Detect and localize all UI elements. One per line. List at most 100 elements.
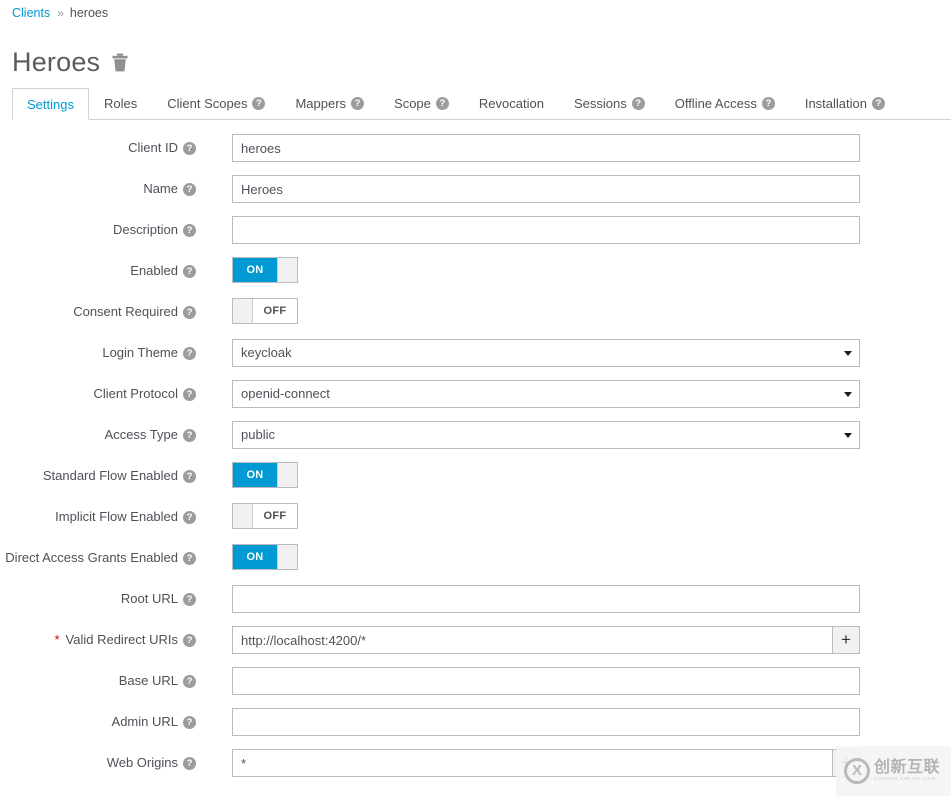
description-input[interactable] xyxy=(232,216,860,244)
selected-value: keycloak xyxy=(241,345,292,360)
tab-client-scopes[interactable]: Client Scopes ? xyxy=(152,88,280,119)
toggle-handle[interactable] xyxy=(277,463,297,487)
selected-value: openid-connect xyxy=(241,386,330,401)
form-row-login-theme: Login Theme? keycloak xyxy=(0,339,951,380)
enabled-toggle[interactable]: ON xyxy=(232,257,298,283)
web-origins-input[interactable] xyxy=(232,749,832,777)
form-control-admin-url xyxy=(232,708,860,736)
tab-offline-access[interactable]: Offline Access ? xyxy=(660,88,790,119)
help-icon[interactable]: ? xyxy=(183,306,196,319)
input-group xyxy=(232,708,860,736)
tab-settings[interactable]: Settings xyxy=(12,88,89,120)
client-id-input[interactable] xyxy=(232,134,860,162)
client-protocol-select[interactable]: openid-connect xyxy=(232,380,860,408)
direct-access-grants-enabled-toggle[interactable]: ON xyxy=(232,544,298,570)
tab-sessions[interactable]: Sessions ? xyxy=(559,88,660,119)
help-icon[interactable]: ? xyxy=(183,347,196,360)
form-row-base-url: Base URL? xyxy=(0,667,951,708)
help-icon[interactable]: ? xyxy=(183,388,196,401)
consent-required-toggle[interactable]: OFF xyxy=(232,298,298,324)
help-icon[interactable]: ? xyxy=(183,429,196,442)
trash-icon[interactable] xyxy=(112,53,128,72)
form-row-web-origins: Web Origins? + xyxy=(0,749,951,790)
form-label-text: Web Origins xyxy=(107,749,178,777)
form-control-consent-required: OFF xyxy=(232,298,298,324)
form-row-root-url: Root URL? xyxy=(0,585,951,626)
form-row-standard-flow-enabled: Standard Flow Enabled? ON xyxy=(0,462,951,503)
toggle-handle[interactable] xyxy=(277,545,297,569)
selected-value: public xyxy=(241,427,275,442)
help-icon[interactable]: ? xyxy=(351,97,364,110)
tab-label: Settings xyxy=(27,97,74,112)
form-label-text: Standard Flow Enabled xyxy=(43,462,178,490)
standard-flow-enabled-toggle[interactable]: ON xyxy=(232,462,298,488)
breadcrumb-link-clients[interactable]: Clients xyxy=(12,6,50,20)
tab-revocation[interactable]: Revocation xyxy=(464,88,559,119)
client-settings-form: Client ID?Name?Description?Enabled?ONCon… xyxy=(0,134,951,790)
access-type-select[interactable]: public xyxy=(232,421,860,449)
form-label-enabled: Enabled? xyxy=(0,257,196,285)
form-label-text: Client ID xyxy=(128,134,178,162)
add-valid-redirect-uris-button[interactable]: + xyxy=(832,626,860,654)
add-web-origins-button[interactable]: + xyxy=(832,749,860,777)
help-icon[interactable]: ? xyxy=(183,265,196,278)
help-icon[interactable]: ? xyxy=(252,97,265,110)
help-icon[interactable]: ? xyxy=(183,142,196,155)
form-label-text: Description xyxy=(113,216,178,244)
form-control-enabled: ON xyxy=(232,257,298,283)
form-label-access-type: Access Type? xyxy=(0,421,196,449)
chevron-down-icon xyxy=(844,351,852,356)
tab-scope[interactable]: Scope ? xyxy=(379,88,464,119)
input-group xyxy=(232,585,860,613)
help-icon[interactable]: ? xyxy=(762,97,775,110)
tab-label: Installation xyxy=(805,96,867,111)
form-control-direct-access-grants-enabled: ON xyxy=(232,544,298,570)
help-icon[interactable]: ? xyxy=(183,470,196,483)
help-icon[interactable]: ? xyxy=(183,675,196,688)
form-label-direct-access-grants-enabled: Direct Access Grants Enabled? xyxy=(0,544,196,572)
help-icon[interactable]: ? xyxy=(632,97,645,110)
tab-label: Revocation xyxy=(479,96,544,111)
toggle-handle[interactable] xyxy=(277,258,297,282)
form-control-login-theme: keycloak xyxy=(232,339,860,367)
input-group xyxy=(232,667,860,695)
form-control-base-url xyxy=(232,667,860,695)
form-label-text: Valid Redirect URIs xyxy=(66,626,178,654)
help-icon[interactable]: ? xyxy=(436,97,449,110)
form-control-name xyxy=(232,175,860,203)
tab-label: Offline Access xyxy=(675,96,757,111)
tab-installation[interactable]: Installation ? xyxy=(790,88,900,119)
form-label-text: Direct Access Grants Enabled xyxy=(5,544,178,572)
form-label-text: Access Type xyxy=(105,421,178,449)
tab-label: Scope xyxy=(394,96,431,111)
help-icon[interactable]: ? xyxy=(183,593,196,606)
implicit-flow-enabled-toggle[interactable]: OFF xyxy=(232,503,298,529)
admin-url-input[interactable] xyxy=(232,708,860,736)
form-row-implicit-flow-enabled: Implicit Flow Enabled? OFF xyxy=(0,503,951,544)
valid-redirect-uris-input[interactable] xyxy=(232,626,832,654)
tab-mappers[interactable]: Mappers ? xyxy=(280,88,379,119)
toggle-handle[interactable] xyxy=(233,299,253,323)
form-label-text: Implicit Flow Enabled xyxy=(55,503,178,531)
form-label-text: Name xyxy=(143,175,178,203)
help-icon[interactable]: ? xyxy=(183,511,196,524)
help-icon[interactable]: ? xyxy=(183,716,196,729)
tab-roles[interactable]: Roles xyxy=(89,88,152,119)
toggle-handle[interactable] xyxy=(233,504,253,528)
help-icon[interactable]: ? xyxy=(183,634,196,647)
form-label-login-theme: Login Theme? xyxy=(0,339,196,367)
help-icon[interactable]: ? xyxy=(183,183,196,196)
help-icon[interactable]: ? xyxy=(183,224,196,237)
login-theme-select[interactable]: keycloak xyxy=(232,339,860,367)
help-icon[interactable]: ? xyxy=(183,757,196,770)
form-row-admin-url: Admin URL? xyxy=(0,708,951,749)
base-url-input[interactable] xyxy=(232,667,860,695)
help-icon[interactable]: ? xyxy=(872,97,885,110)
root-url-input[interactable] xyxy=(232,585,860,613)
help-icon[interactable]: ? xyxy=(183,552,196,565)
required-marker: * xyxy=(54,626,59,654)
chevron-down-icon xyxy=(844,433,852,438)
form-control-description xyxy=(232,216,860,244)
toggle-on-label: ON xyxy=(233,258,277,282)
name-input[interactable] xyxy=(232,175,860,203)
